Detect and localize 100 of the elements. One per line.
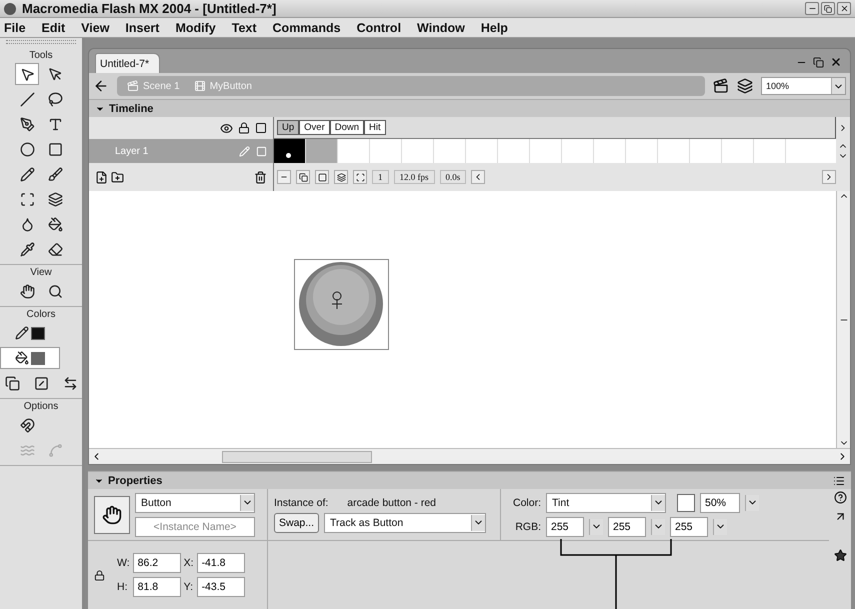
- dropdown-button[interactable]: [831, 78, 845, 94]
- section-title: View: [30, 267, 52, 278]
- properties-header[interactable]: Properties: [88, 471, 851, 489]
- timeline-header[interactable]: Timeline: [89, 99, 850, 117]
- color-swatch[interactable]: [31, 326, 45, 340]
- frame-label[interactable]: Down: [330, 120, 364, 135]
- droplet-icon: [20, 216, 34, 232]
- frame-label[interactable]: Up: [277, 120, 300, 135]
- dropdown-button[interactable]: [713, 518, 727, 534]
- swap-button[interactable]: Swap...: [274, 512, 320, 532]
- y-field[interactable]: -43.5: [196, 577, 245, 597]
- brush-icon: [48, 166, 62, 182]
- menu-item[interactable]: Text: [232, 20, 257, 34]
- center-frame-button[interactable]: [277, 170, 291, 184]
- menu-item[interactable]: Window: [417, 20, 465, 34]
- scroll-thumb[interactable]: [222, 450, 372, 462]
- tint-color-swatch[interactable]: [677, 494, 695, 512]
- height-label: H:: [117, 581, 128, 593]
- menu-item[interactable]: Commands: [272, 20, 341, 34]
- y-label: Y:: [184, 581, 194, 593]
- lasso-icon: [48, 92, 62, 106]
- symbol-type-select[interactable]: Button: [135, 492, 255, 512]
- dropdown-button[interactable]: [471, 514, 486, 530]
- restore-icon: [824, 4, 832, 12]
- document-tab[interactable]: Untitled-7*: [95, 53, 160, 73]
- app-logo-icon: [4, 2, 16, 14]
- magnet-icon: [20, 418, 34, 432]
- wave-icon: [20, 442, 34, 458]
- eye-icon[interactable]: [220, 122, 233, 134]
- dropdown-button[interactable]: [651, 518, 665, 534]
- menu-item[interactable]: Help: [480, 20, 508, 34]
- pencil-icon: [15, 326, 29, 340]
- magnifier-icon: [48, 284, 62, 298]
- rgb-field[interactable]: 255: [608, 516, 646, 536]
- text-icon: [48, 116, 62, 132]
- current-frame: 1: [372, 170, 388, 184]
- dropdown-button[interactable]: [240, 494, 254, 510]
- help-icon[interactable]: [834, 491, 846, 504]
- tint-amount-field[interactable]: 50%: [700, 492, 740, 512]
- color-label: Color:: [512, 496, 541, 508]
- minimize-button[interactable]: [805, 2, 819, 15]
- restore-button[interactable]: [821, 2, 835, 15]
- zoom-field[interactable]: 100%: [761, 77, 846, 95]
- clapperboard-icon: [127, 80, 139, 92]
- rgb-field[interactable]: 255: [546, 516, 584, 536]
- dropdown-button[interactable]: [651, 494, 665, 510]
- scroll-right-button[interactable]: [822, 170, 836, 184]
- hand-icon: [20, 284, 34, 298]
- instance-of-label: Instance of:: [274, 496, 328, 508]
- menu-item[interactable]: Edit: [42, 20, 66, 34]
- menu-item[interactable]: Modify: [175, 20, 216, 34]
- onion-skin-button[interactable]: [296, 170, 310, 184]
- section-title: Tools: [29, 50, 53, 61]
- onion-markers-button[interactable]: [353, 170, 367, 184]
- fill-color-button[interactable]: [0, 347, 60, 369]
- crossed-square-icon: [34, 376, 48, 390]
- window-title: Macromedia Flash MX 2004 - [Untitled-7*]: [22, 1, 278, 16]
- scroll-left-button[interactable]: [471, 170, 486, 184]
- instance-of-value: arcade button - red: [347, 496, 436, 508]
- tracking-select[interactable]: Track as Button: [324, 512, 486, 532]
- edit-multiple-button[interactable]: [334, 170, 348, 184]
- layers-icon: [336, 172, 346, 182]
- section-title: Options: [24, 401, 58, 412]
- hollow-arrow-icon: [48, 66, 62, 82]
- swap-icon: [62, 376, 78, 390]
- color-swatch[interactable]: [31, 352, 45, 364]
- lock-icon[interactable]: [94, 570, 105, 580]
- onion-outline-button[interactable]: [315, 170, 329, 184]
- pencil-icon: [239, 146, 250, 156]
- layer-name: Layer 1: [115, 146, 150, 156]
- oval-icon: [20, 142, 34, 156]
- frame-label[interactable]: Hit: [364, 120, 386, 135]
- rectangle-icon: [48, 142, 62, 156]
- line-icon: [20, 92, 34, 106]
- curve-icon: [48, 442, 62, 458]
- width-label: W:: [117, 557, 130, 569]
- rgb-label: RGB:: [514, 520, 541, 532]
- lock-icon[interactable]: [238, 122, 250, 134]
- dropdown-button[interactable]: [745, 494, 759, 510]
- dropdown-button[interactable]: [589, 518, 603, 534]
- frame-rate: 12.0 fps: [394, 170, 434, 184]
- close-button[interactable]: [837, 2, 851, 15]
- height-field[interactable]: 81.8: [132, 577, 181, 597]
- width-field[interactable]: 86.2: [132, 553, 181, 573]
- menu-item[interactable]: View: [81, 20, 110, 34]
- eraser-icon: [48, 242, 62, 256]
- close-icon[interactable]: [830, 56, 842, 68]
- rgb-field[interactable]: 255: [670, 516, 708, 536]
- frame-label[interactable]: Over: [299, 120, 330, 135]
- brackets-icon: [356, 172, 364, 182]
- restore-icon[interactable]: [813, 56, 824, 68]
- instance-name-field[interactable]: <Instance Name>: [135, 516, 255, 536]
- color-mode-select[interactable]: Tint: [546, 492, 666, 512]
- menu-item[interactable]: Insert: [125, 20, 160, 34]
- arrow-tool[interactable]: [15, 63, 39, 85]
- square-icon: [318, 172, 326, 182]
- x-field[interactable]: -41.8: [196, 553, 245, 573]
- menu-item[interactable]: File: [4, 20, 26, 34]
- menu-item[interactable]: Control: [356, 20, 402, 34]
- trash-icon[interactable]: [254, 170, 267, 184]
